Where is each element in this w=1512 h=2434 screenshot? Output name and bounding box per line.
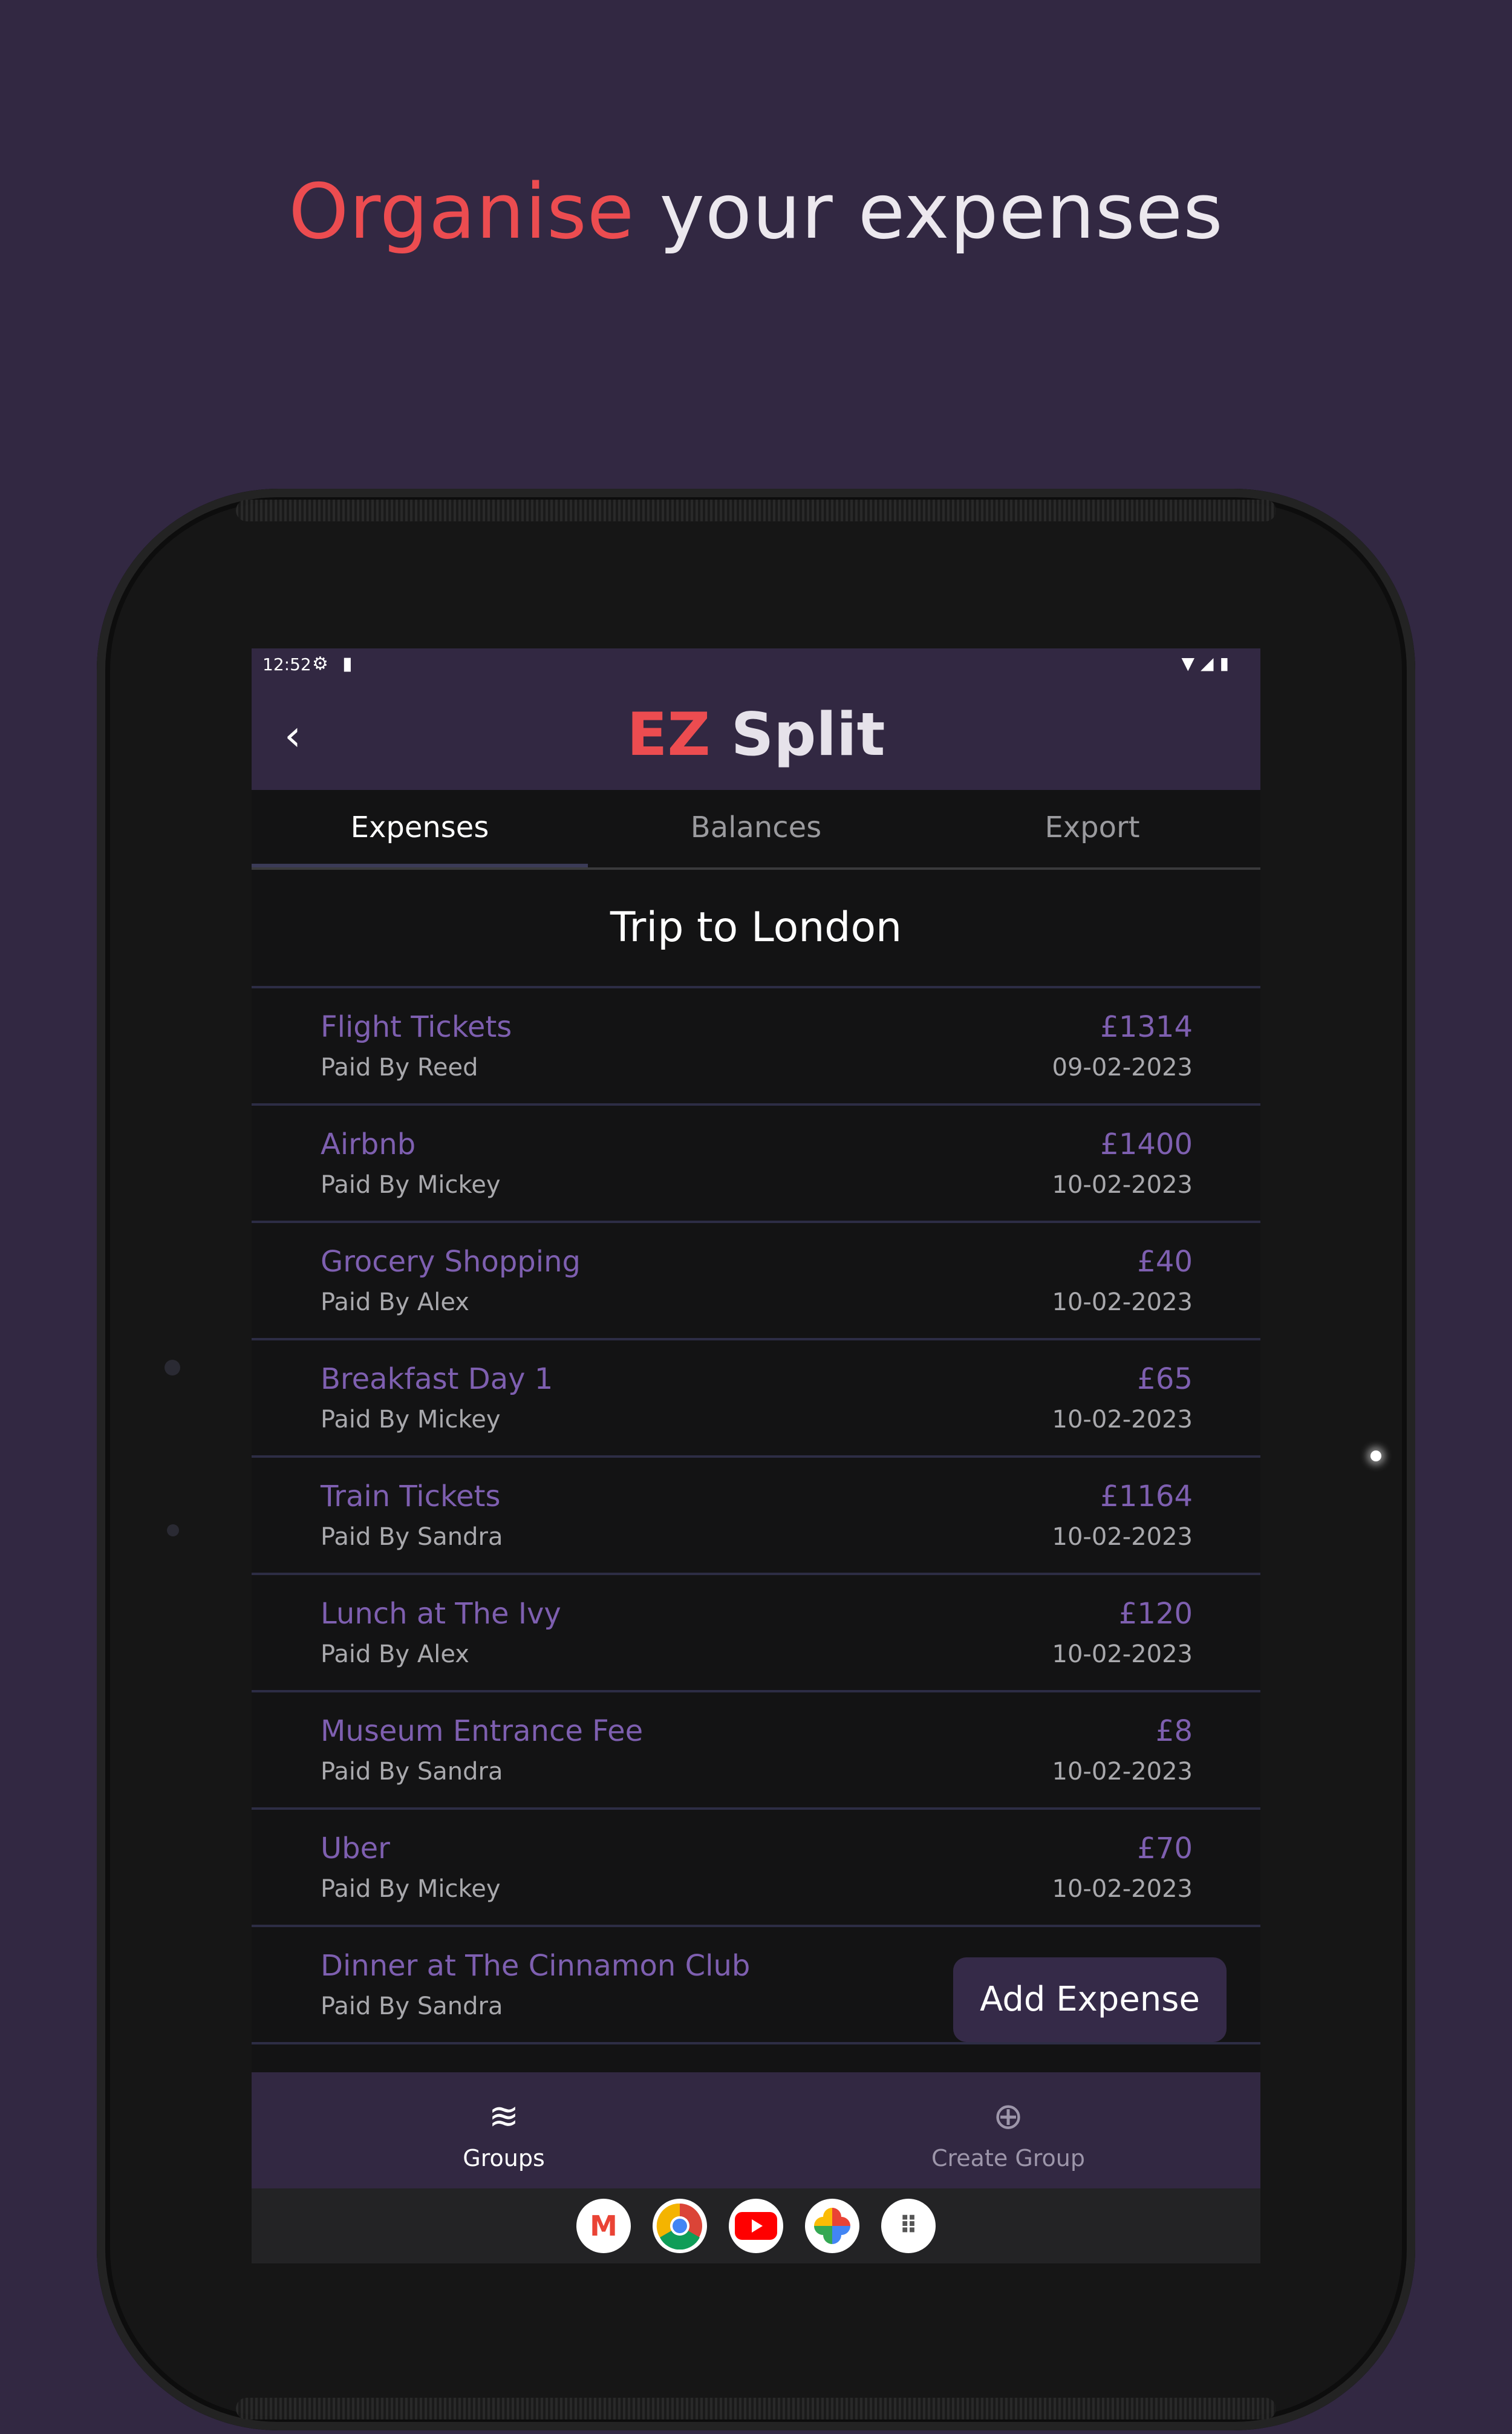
app-title: EZ Split	[252, 680, 1260, 790]
tab-export[interactable]: Export	[924, 790, 1260, 867]
app-title-rest: Split	[731, 700, 885, 769]
expense-amount: £8	[1155, 1714, 1193, 1748]
sensor-icon	[167, 1524, 179, 1536]
expense-row[interactable]: Flight Tickets Paid By Reed £1314 09-02-…	[252, 988, 1260, 1106]
expense-name: Uber	[321, 1832, 390, 1865]
signal-icon: ◢	[1201, 653, 1214, 673]
expense-payer: Paid By Alex	[321, 1640, 469, 1668]
expense-amount: £40	[1137, 1245, 1193, 1279]
expense-date: 10-02-2023	[1052, 1523, 1193, 1551]
expense-payer: Paid By Sandra	[321, 1992, 503, 2020]
expense-date: 10-02-2023	[1052, 1406, 1193, 1434]
youtube-icon[interactable]	[729, 2199, 783, 2253]
expense-payer: Paid By Sandra	[321, 1523, 503, 1551]
bottom-navigation: ≋ Groups ⊕ Create Group	[252, 2072, 1260, 2188]
headline-accent: Organise	[288, 167, 635, 256]
app-screen: 12:52 ⚙ ▮ ▼ ◢ ▮ ‹ EZ Split Expenses Bala…	[252, 648, 1260, 2263]
add-circle-icon: ⊕	[992, 2095, 1024, 2138]
nav-create-group[interactable]: ⊕ Create Group	[756, 2072, 1260, 2188]
expense-payer: Paid By Mickey	[321, 1406, 501, 1434]
sd-card-status-icon: ▮	[342, 653, 353, 674]
expense-date: 09-02-2023	[1052, 1054, 1193, 1082]
wifi-icon: ▼	[1181, 653, 1195, 673]
expense-date: 10-02-2023	[1052, 1875, 1193, 1903]
expense-amount: £1400	[1100, 1127, 1193, 1161]
photos-icon[interactable]	[805, 2199, 859, 2253]
expense-row[interactable]: Grocery Shopping Paid By Alex £40 10-02-…	[252, 1223, 1260, 1340]
tab-bar: Expenses Balances Export	[252, 790, 1260, 870]
app-dock: M ⠿	[252, 2188, 1260, 2263]
photos-logo	[814, 2208, 850, 2244]
expense-name: Flight Tickets	[321, 1010, 512, 1044]
expense-payer: Paid By Sandra	[321, 1758, 503, 1786]
expense-row[interactable]: Breakfast Day 1 Paid By Mickey £65 10-02…	[252, 1340, 1260, 1458]
add-expense-button[interactable]: Add Expense	[953, 1957, 1227, 2042]
expense-payer: Paid By Mickey	[321, 1875, 501, 1903]
app-bar: ‹ EZ Split	[252, 680, 1260, 790]
app-drawer-icon[interactable]: ⠿	[881, 2199, 936, 2253]
battery-icon: ▮	[1219, 653, 1229, 673]
expense-name: Lunch at The Ivy	[321, 1597, 561, 1631]
system-icons: ▼ ◢ ▮	[1181, 653, 1229, 673]
youtube-logo	[735, 2212, 777, 2240]
status-bar: 12:52 ⚙ ▮ ▼ ◢ ▮	[252, 648, 1260, 680]
expense-payer: Paid By Mickey	[321, 1171, 501, 1199]
gmail-icon[interactable]: M	[576, 2199, 631, 2253]
expense-row[interactable]: Museum Entrance Fee Paid By Sandra £8 10…	[252, 1692, 1260, 1810]
expense-name: Dinner at The Cinnamon Club	[321, 1949, 751, 1983]
front-camera-icon	[165, 1360, 180, 1375]
expense-name: Train Tickets	[321, 1480, 501, 1513]
top-speaker-grille	[236, 500, 1276, 521]
tab-balances[interactable]: Balances	[588, 790, 924, 867]
chrome-logo	[656, 2203, 702, 2250]
headline-rest: your expenses	[659, 167, 1224, 256]
settings-status-icon: ⚙	[312, 653, 328, 674]
group-title: Trip to London	[252, 870, 1260, 988]
expense-date: 10-02-2023	[1052, 1758, 1193, 1786]
expense-row[interactable]: Train Tickets Paid By Sandra £1164 10-02…	[252, 1458, 1260, 1575]
expense-amount: £1164	[1100, 1480, 1193, 1513]
app-title-accent: EZ	[627, 700, 711, 769]
chrome-icon[interactable]	[653, 2199, 707, 2253]
tab-expenses[interactable]: Expenses	[252, 790, 588, 867]
expense-amount: £65	[1137, 1362, 1193, 1396]
expense-name: Museum Entrance Fee	[321, 1714, 644, 1748]
layers-icon: ≋	[488, 2095, 520, 2138]
marketing-headline: Organise your expenses	[0, 163, 1512, 260]
expense-payer: Paid By Reed	[321, 1054, 478, 1082]
expense-row[interactable]: Airbnb Paid By Mickey £1400 10-02-2023	[252, 1106, 1260, 1223]
nav-groups[interactable]: ≋ Groups	[252, 2072, 756, 2188]
expense-name: Airbnb	[321, 1127, 416, 1161]
expense-row[interactable]: Uber Paid By Mickey £70 10-02-2023	[252, 1810, 1260, 1927]
expense-date: 10-02-2023	[1052, 1171, 1193, 1199]
nav-create-group-label: Create Group	[931, 2145, 1086, 2171]
expense-row[interactable]: Lunch at The Ivy Paid By Alex £120 10-02…	[252, 1575, 1260, 1692]
expense-date: 10-02-2023	[1052, 1640, 1193, 1668]
expense-list: Flight Tickets Paid By Reed £1314 09-02-…	[252, 988, 1260, 2044]
expense-name: Breakfast Day 1	[321, 1362, 553, 1396]
notification-light-icon	[1370, 1450, 1381, 1461]
expense-payer: Paid By Alex	[321, 1288, 469, 1316]
nav-groups-label: Groups	[463, 2145, 545, 2171]
bottom-speaker-grille	[236, 2398, 1276, 2419]
expense-name: Grocery Shopping	[321, 1245, 581, 1279]
expense-date: 10-02-2023	[1052, 1288, 1193, 1316]
expense-amount: £70	[1137, 1832, 1193, 1865]
expense-amount: £120	[1118, 1597, 1193, 1631]
expense-amount: £1314	[1100, 1010, 1193, 1044]
status-time: 12:52	[262, 654, 311, 674]
